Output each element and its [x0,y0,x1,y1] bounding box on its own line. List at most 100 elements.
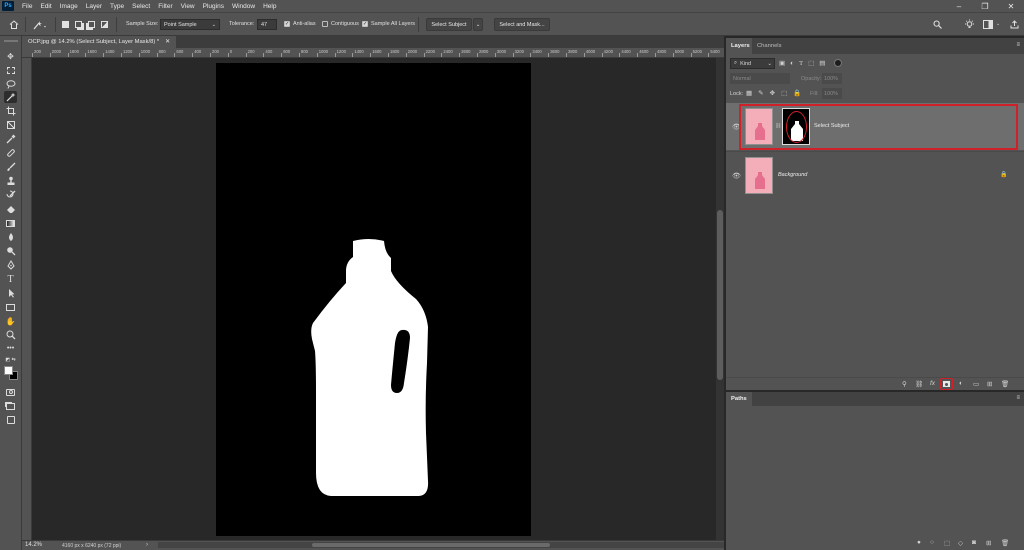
more-tools-icon[interactable]: ••• [4,342,17,354]
marquee-tool-icon[interactable] [4,64,17,76]
make-work-path-icon[interactable]: ◇ [958,539,963,547]
menu-type[interactable]: Type [106,3,128,10]
minimize-icon[interactable]: – [946,0,972,12]
select-and-mask-button[interactable]: Select and Mask... [494,18,550,31]
workspace-icon[interactable] [982,18,994,31]
default-colors-icon[interactable]: ◩ ⇆ [4,354,17,366]
menu-layer[interactable]: Layer [82,3,106,10]
crop-tool-icon[interactable] [4,105,17,117]
tab-layers[interactable]: Layers [726,38,755,54]
filter-shape-icon[interactable]: ⬚ [808,59,814,67]
select-subject-button[interactable]: Select Subject [426,18,472,31]
vertical-scrollbar-thumb[interactable] [717,210,723,380]
search-icon[interactable] [932,18,942,31]
sample-size-select[interactable]: Point Sample ⌄ [160,19,220,30]
subtract-selection-icon[interactable] [87,18,96,31]
filter-adjustment-icon[interactable]: ◐ [790,60,794,67]
panel-menu-icon[interactable]: ≡ [1016,395,1020,401]
lock-image-icon[interactable]: ✎ [758,89,763,97]
menu-window[interactable]: Window [228,3,259,10]
menu-help[interactable]: Help [259,3,280,10]
layer-style-fx-icon[interactable]: fx [930,380,935,387]
document-tab[interactable]: OCP.jpg @ 14.2% (Select Subject, Layer M… [22,36,176,48]
add-mask-icon[interactable]: ◙ [972,539,976,546]
blur-tool-icon[interactable] [4,231,17,243]
visibility-eye-icon[interactable]: 👁 [732,172,741,180]
menu-image[interactable]: Image [56,3,82,10]
rectangle-tool-icon[interactable] [4,301,17,313]
gradient-tool-icon[interactable] [4,217,17,229]
lock-transparent-icon[interactable]: ▦ [746,89,752,97]
new-selection-icon[interactable] [61,18,70,31]
blend-mode-select[interactable]: Normal [730,73,790,84]
layer-name[interactable]: Background [778,172,807,178]
zoom-level[interactable]: 14.2% [25,542,42,548]
healing-brush-tool-icon[interactable] [4,147,17,159]
new-layer-icon[interactable]: ⊞ [987,380,992,388]
canvas-area[interactable] [32,58,716,540]
close-icon[interactable]: ✕ [998,0,1024,12]
horizontal-scrollbar-thumb[interactable] [312,543,550,547]
load-path-selection-icon[interactable]: ⬚ [944,539,950,547]
lock-position-icon[interactable]: ✥ [770,89,775,97]
panel-menu-icon[interactable]: ≡ [1016,42,1020,48]
quick-mask-icon[interactable] [4,386,17,398]
stroke-path-icon[interactable]: ○ [930,539,934,546]
eraser-tool-icon[interactable] [4,203,17,215]
share-icon[interactable] [1008,18,1020,31]
add-selection-icon[interactable] [74,18,83,31]
tab-paths[interactable]: Paths [726,392,752,406]
pen-tool-icon[interactable] [4,259,17,271]
menu-view[interactable]: View [177,3,199,10]
menu-filter[interactable]: Filter [154,3,176,10]
restore-icon[interactable]: ❐ [972,0,998,12]
home-icon[interactable] [8,18,20,31]
brush-tool-icon[interactable] [4,161,17,173]
fill-input[interactable]: 100% [822,88,842,99]
filter-type-icon[interactable]: T [799,60,803,67]
lasso-tool-icon[interactable] [4,78,17,90]
adjustment-layer-icon[interactable]: ◐ [959,380,963,387]
edit-toolbar-icon[interactable] [4,414,17,426]
menu-plugins[interactable]: Plugins [199,3,228,10]
zoom-tool-icon[interactable] [4,329,17,341]
history-brush-tool-icon[interactable] [4,189,17,201]
link-layers-icon[interactable]: ⚲ [902,380,907,388]
chevron-down-icon[interactable]: ⌄ [996,21,1000,27]
contiguous-checkbox[interactable] [322,21,328,27]
magic-wand-tool-icon[interactable] [4,91,17,103]
group-folder-icon[interactable]: ▭ [973,380,979,388]
delete-path-icon[interactable]: 🗑 [1001,539,1009,547]
filter-smart-object-icon[interactable]: ▤ [819,59,825,67]
chevron-right-icon[interactable]: › [146,542,148,548]
hand-tool-icon[interactable]: ✋ [4,315,17,327]
filter-pixel-icon[interactable]: ▣ [779,59,785,67]
layer-row-select-subject[interactable]: 👁 ⛓ Select Subject [726,103,1024,150]
add-layer-mask-button[interactable] [940,378,953,390]
menu-select[interactable]: Select [128,3,154,10]
intersect-selection-icon[interactable] [100,18,109,31]
dodge-tool-icon[interactable] [4,245,17,257]
tolerance-input[interactable]: 47 [257,19,277,30]
tab-channels[interactable]: Channels [752,38,787,54]
close-tab-icon[interactable]: ✕ [165,39,170,45]
menu-file[interactable]: File [18,3,36,10]
layer-row-background[interactable]: 👁 Background 🔒 [726,151,1024,198]
select-subject-dropdown[interactable]: ⌄ [473,18,483,31]
document-canvas[interactable] [216,63,531,536]
filter-toggle[interactable] [834,59,842,67]
fill-path-icon[interactable]: ● [917,539,921,546]
opacity-input[interactable]: 100% [822,73,842,84]
lock-all-icon[interactable]: 🔒 [793,89,801,97]
new-path-icon[interactable]: ⊞ [986,539,991,547]
anti-alias-checkbox[interactable]: ✓ [284,21,290,27]
eyedropper-tool-icon[interactable] [4,133,17,145]
lock-artboard-icon[interactable]: ⬚ [781,89,787,97]
clone-stamp-tool-icon[interactable] [4,175,17,187]
foreground-color-swatch[interactable] [4,366,13,375]
type-tool-icon[interactable]: T [4,273,17,285]
sample-all-layers-checkbox[interactable]: ✓ [362,21,368,27]
layer-thumbnail[interactable] [745,157,773,194]
move-tool-icon[interactable]: ✥ [4,50,17,62]
frame-tool-icon[interactable] [4,119,17,131]
